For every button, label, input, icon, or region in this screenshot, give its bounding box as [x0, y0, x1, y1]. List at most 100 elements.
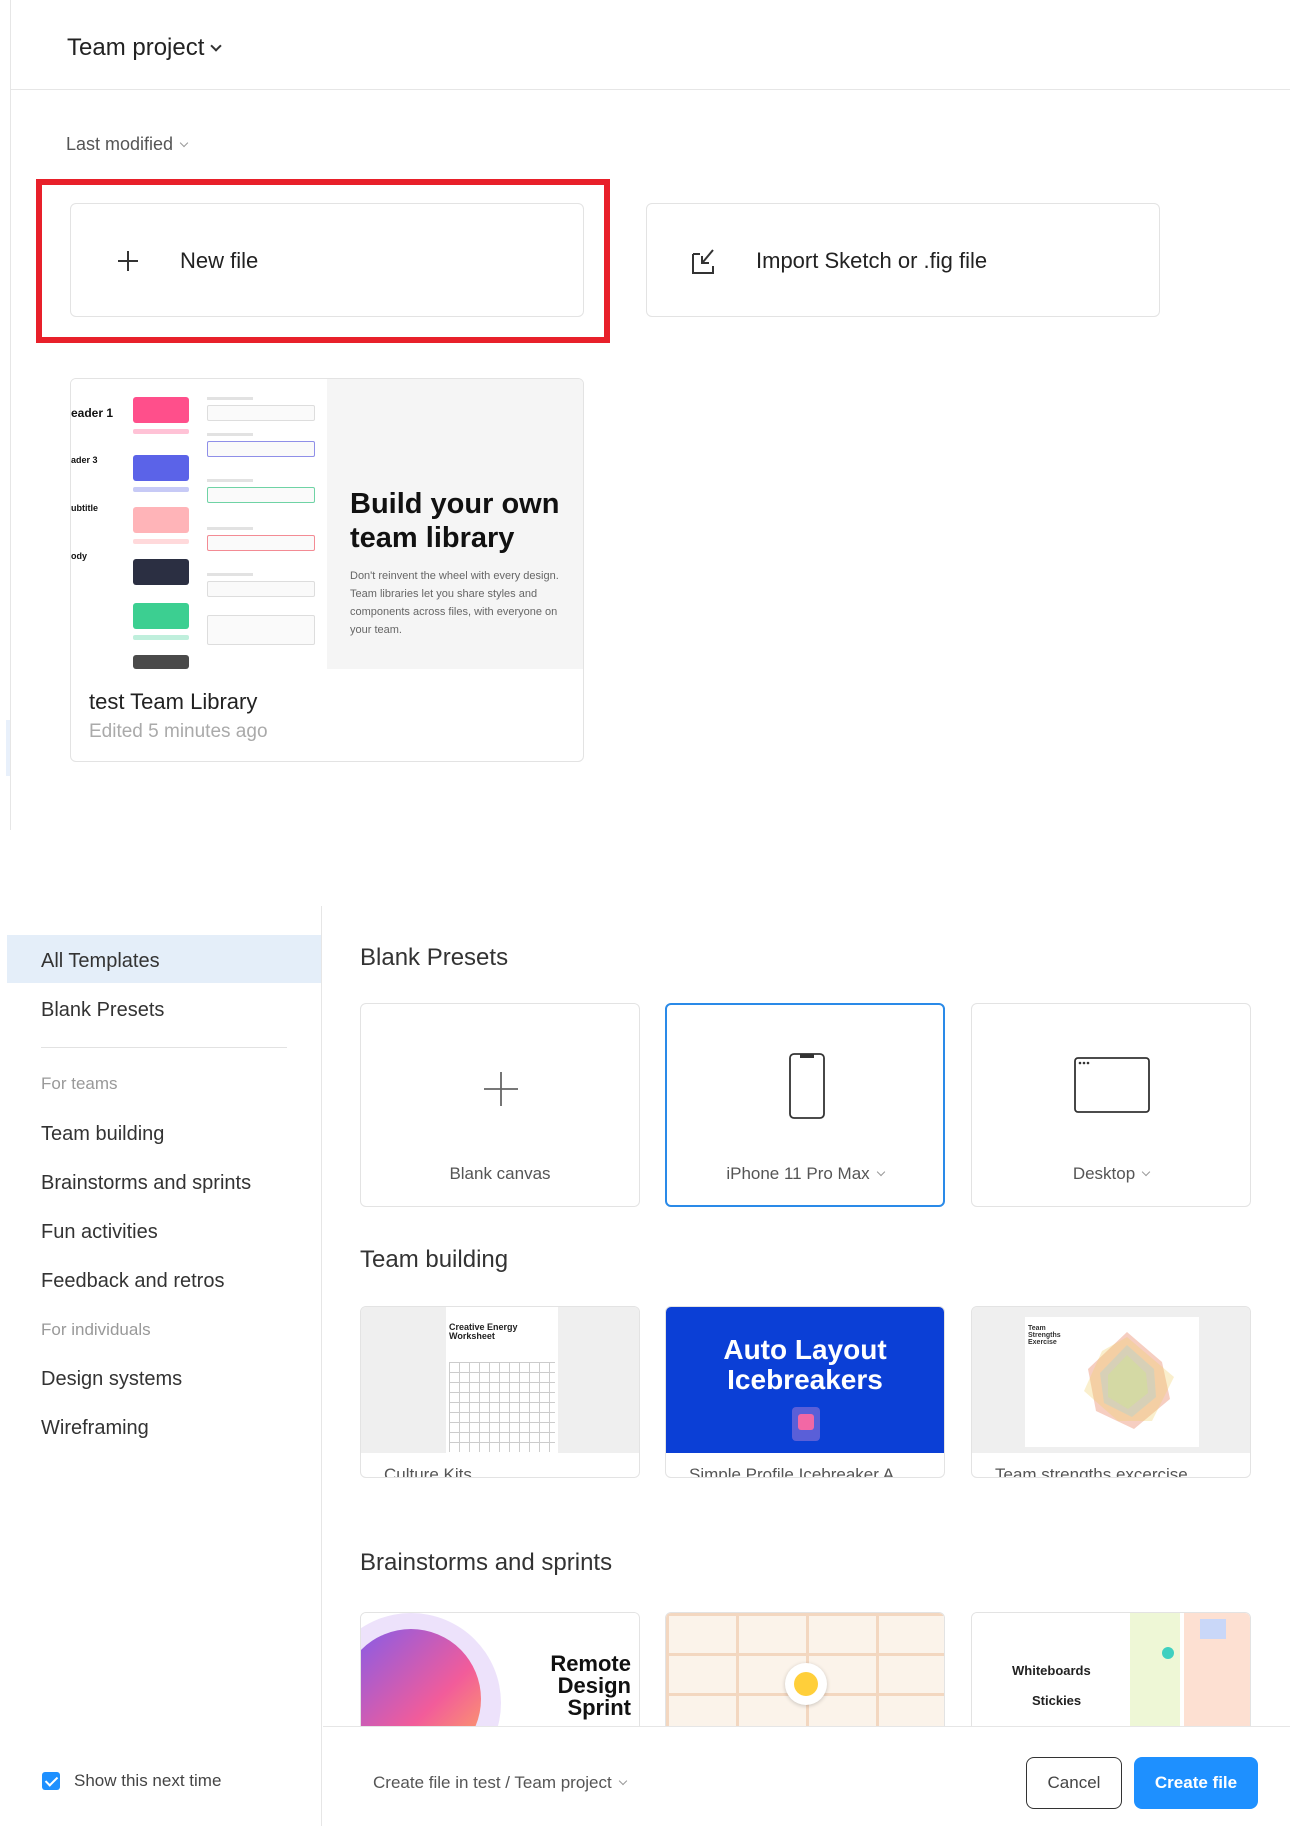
sidebar-item-team-building[interactable]: Team building — [41, 1123, 164, 1146]
preset-caption: Blank canvas — [361, 1164, 639, 1184]
template-thumbnail: Auto Layout Icebreakers — [666, 1307, 944, 1453]
worksheet-grid — [449, 1362, 555, 1452]
template-brainstorm-board[interactable] — [665, 1612, 945, 1732]
new-file-button[interactable]: New file — [70, 203, 584, 317]
sprint-heading: Remote Design Sprint — [550, 1651, 631, 1720]
location-dropdown[interactable]: Create file in test / Team project — [373, 1773, 627, 1793]
create-file-button[interactable]: Create file — [1134, 1757, 1258, 1809]
file-name: test Team Library — [89, 689, 258, 714]
thumb-side-label: ader 3 — [71, 455, 98, 465]
sidebar-item-wireframing[interactable]: Wireframing — [41, 1417, 149, 1440]
field-caption — [207, 397, 253, 400]
swatch-bar — [133, 487, 189, 492]
template-thumbnail: Remote Design Sprint — [361, 1613, 639, 1731]
template-caption: Simple Profile Icebreaker A... — [689, 1465, 909, 1478]
field-sample — [207, 441, 315, 457]
import-icon — [692, 249, 714, 274]
template-whiteboards-stickies[interactable]: Whiteboards Stickies — [971, 1612, 1251, 1732]
show-next-time-toggle[interactable]: Show this next time — [42, 1771, 221, 1791]
thumb-side-label: ody — [71, 551, 88, 561]
file-browser-panel: Team project Last modified New file Impo… — [0, 0, 1290, 835]
file-thumbnail: eader 1 ader 3 ubtitle ody Build your ow… — [71, 379, 583, 669]
phone-icon — [789, 1053, 825, 1119]
sticky-note — [1200, 1619, 1226, 1639]
sidebar-heading-for-teams: For teams — [41, 1074, 118, 1093]
file-card-test-team-library[interactable]: eader 1 ader 3 ubtitle ody Build your ow… — [70, 378, 584, 762]
sidebar-item-all-templates[interactable]: All Templates — [41, 950, 160, 973]
field-caption — [207, 433, 253, 436]
template-thumbnail: Team Strengths Exercise — [972, 1307, 1250, 1453]
thumb-side-label: ubtitle — [71, 503, 98, 513]
worksheet-title: Creative Energy Worksheet — [449, 1322, 518, 1341]
panel-divider — [10, 0, 11, 830]
chevron-down-icon — [179, 138, 189, 147]
sort-dropdown[interactable]: Last modified — [66, 134, 189, 155]
template-remote-design-sprint[interactable]: Remote Design Sprint — [360, 1612, 640, 1732]
desktop-icon — [1074, 1057, 1150, 1113]
project-title: Team project — [67, 34, 205, 61]
field-sample — [207, 487, 315, 503]
chevron-down-icon — [1141, 1167, 1151, 1177]
swatch-info — [133, 455, 189, 481]
field-sample — [207, 405, 315, 421]
import-file-label: Import Sketch or .fig file — [756, 248, 988, 273]
field-caption — [207, 479, 253, 482]
template-team-strengths[interactable]: Team Strengths Exercise Team strengths e… — [971, 1306, 1251, 1478]
plus-icon — [113, 246, 143, 276]
field-caption — [207, 573, 253, 576]
field-sample — [207, 535, 315, 551]
sidebar-heading-for-individuals: For individuals — [41, 1320, 151, 1339]
preset-label: Desktop — [1072, 1164, 1136, 1183]
chevron-down-icon — [618, 1776, 627, 1786]
template-sidebar: All Templates Blank Presets For teams Te… — [0, 906, 322, 1826]
sidebar-item-brainstorms[interactable]: Brainstorms and sprints — [41, 1172, 251, 1195]
swatch-data — [133, 559, 189, 585]
sort-label: Last modified — [66, 134, 174, 154]
sidebar-item-design-systems[interactable]: Design systems — [41, 1368, 182, 1391]
field-caption — [207, 527, 253, 530]
radar-chart-icon — [1084, 1332, 1174, 1429]
chevron-down-icon — [876, 1167, 885, 1177]
preset-caption[interactable]: iPhone 11 Pro Max — [667, 1164, 943, 1184]
project-title-dropdown[interactable]: Team project — [67, 34, 223, 62]
avatar-card-inner — [798, 1414, 814, 1430]
import-file-button[interactable]: Import Sketch or .fig file — [646, 203, 1160, 317]
template-caption: Culture Kits — [384, 1465, 472, 1478]
preset-label: iPhone 11 Pro Max — [726, 1164, 870, 1183]
cancel-button[interactable]: Cancel — [1026, 1757, 1122, 1809]
swatch-primary — [133, 397, 189, 423]
template-simple-profile-icebreaker[interactable]: Auto Layout Icebreakers Simple Profile I… — [665, 1306, 945, 1478]
sticky-dot — [1162, 1647, 1174, 1659]
section-title-blank-presets: Blank Presets — [360, 944, 509, 971]
preset-desktop[interactable]: Desktop — [971, 1003, 1251, 1207]
sidebar-divider — [41, 1047, 287, 1048]
emoji-face-icon — [794, 1672, 818, 1696]
preset-label: Blank canvas — [449, 1164, 551, 1183]
template-dialog: All Templates Blank Presets For teams Te… — [0, 906, 1290, 1826]
swatch-bar — [133, 539, 189, 544]
swatch-warn — [133, 507, 189, 533]
template-caption: Team strengths excercise — [995, 1465, 1188, 1478]
section-title-brainstorms: Brainstorms and sprints — [360, 1549, 613, 1576]
template-culture-kits[interactable]: Creative Energy Worksheet Culture Kits — [360, 1306, 640, 1478]
whiteboards-label: Whiteboards — [1012, 1663, 1091, 1678]
preset-iphone-11-pro-max[interactable]: iPhone 11 Pro Max — [665, 1003, 945, 1207]
sticky-column — [1130, 1613, 1180, 1731]
dialog-footer: Create file in test / Team project Cance… — [323, 1726, 1290, 1826]
preset-caption[interactable]: Desktop — [972, 1164, 1250, 1184]
field-sample — [207, 615, 315, 645]
sidebar-item-fun-activities[interactable]: Fun activities — [41, 1221, 158, 1244]
plus-icon — [484, 1072, 518, 1106]
template-thumbnail — [666, 1613, 944, 1731]
sidebar-item-feedback[interactable]: Feedback and retros — [41, 1270, 224, 1293]
swatch-standby — [133, 603, 189, 629]
preset-blank-canvas[interactable]: Blank canvas — [360, 1003, 640, 1207]
thumb-styles-panel: eader 1 ader 3 ubtitle ody — [71, 379, 327, 669]
thumb-body: Don't reinvent the wheel with every desi… — [350, 570, 559, 636]
field-sample — [207, 581, 315, 597]
checkbox-checked-icon[interactable] — [42, 1772, 60, 1790]
swatch-bar — [133, 429, 189, 434]
sidebar-item-blank-presets[interactable]: Blank Presets — [41, 999, 164, 1022]
template-thumbnail: Creative Energy Worksheet — [361, 1307, 639, 1453]
icebreaker-heading: Auto Layout Icebreakers — [723, 1334, 887, 1395]
